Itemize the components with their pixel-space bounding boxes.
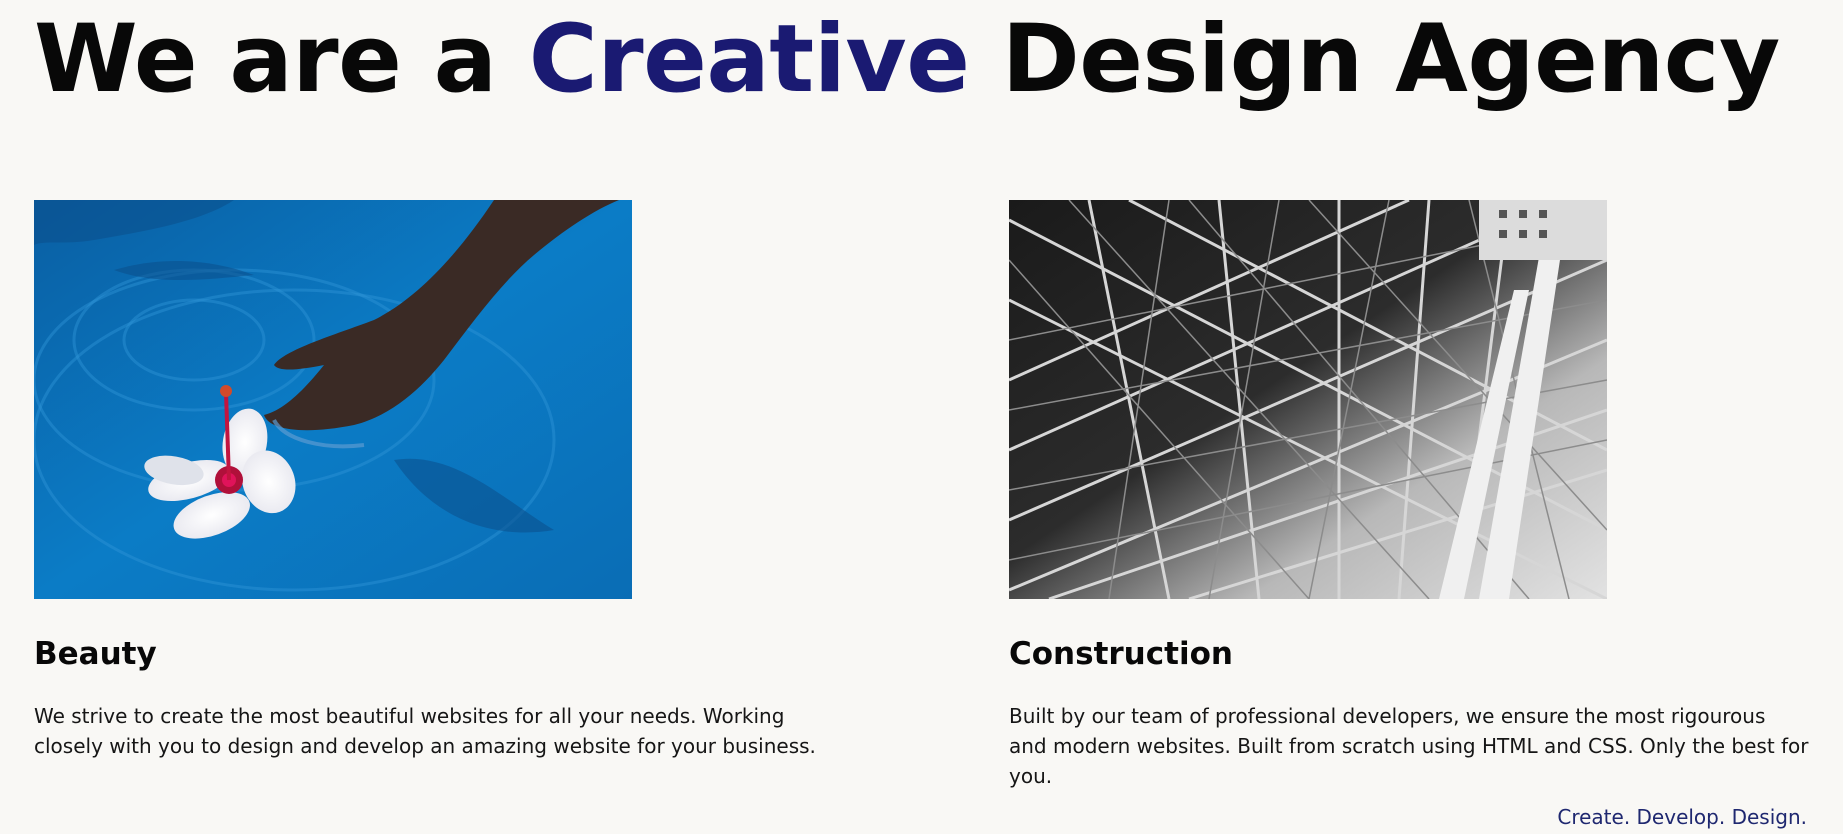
beauty-image	[34, 200, 632, 599]
hero-title-accent: Creative	[528, 5, 970, 114]
tagline: Create. Develop. Design.	[1557, 805, 1807, 829]
beauty-title: Beauty	[34, 636, 157, 672]
construction-image	[1009, 200, 1607, 599]
construction-title: Construction	[1009, 636, 1233, 672]
hero-title-prefix: We are a	[34, 5, 529, 114]
construction-description: Built by our team of professional develo…	[1009, 704, 1809, 788]
beauty-description: We strive to create the most beautiful w…	[34, 704, 816, 758]
hero-title-suffix: Design Agency	[969, 5, 1781, 114]
page-title: We are a Creative Design Agency	[34, 0, 1780, 120]
service-card-beauty: Beauty We strive to create the most beau…	[34, 200, 854, 761]
service-card-construction: Construction Built by our team of profes…	[1009, 200, 1809, 791]
